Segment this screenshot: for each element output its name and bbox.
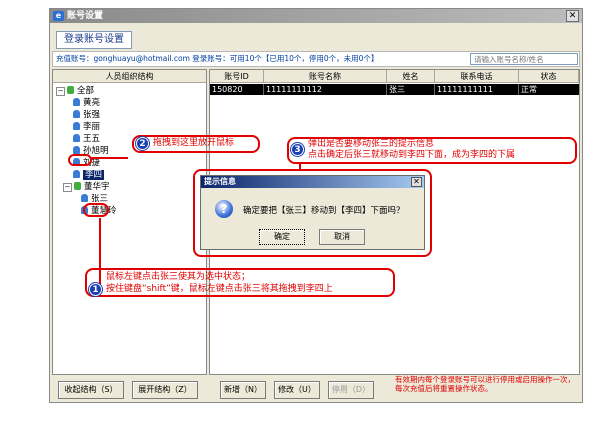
step2-badge: 2 [136, 137, 149, 150]
step3-badge: 3 [291, 143, 304, 156]
step3-line2: 点击确定后张三就移动到李四下面，成为李四的下属 [308, 150, 516, 160]
step1-line2: 按住键盘“shift”键，鼠标左键点击张三将其拖拽到李四上 [106, 284, 333, 294]
step2-text: 拖拽到这里放开鼠标 [153, 138, 235, 148]
step1-badge: 1 [89, 283, 102, 296]
lisi-highlight [68, 154, 92, 166]
step3-line1: 弹出是否要移动张三的提示信息 [308, 139, 435, 149]
zhangsan-highlight [83, 203, 109, 217]
step1-line1: 鼠标左键点击张三使其为选中状态； [106, 272, 251, 282]
